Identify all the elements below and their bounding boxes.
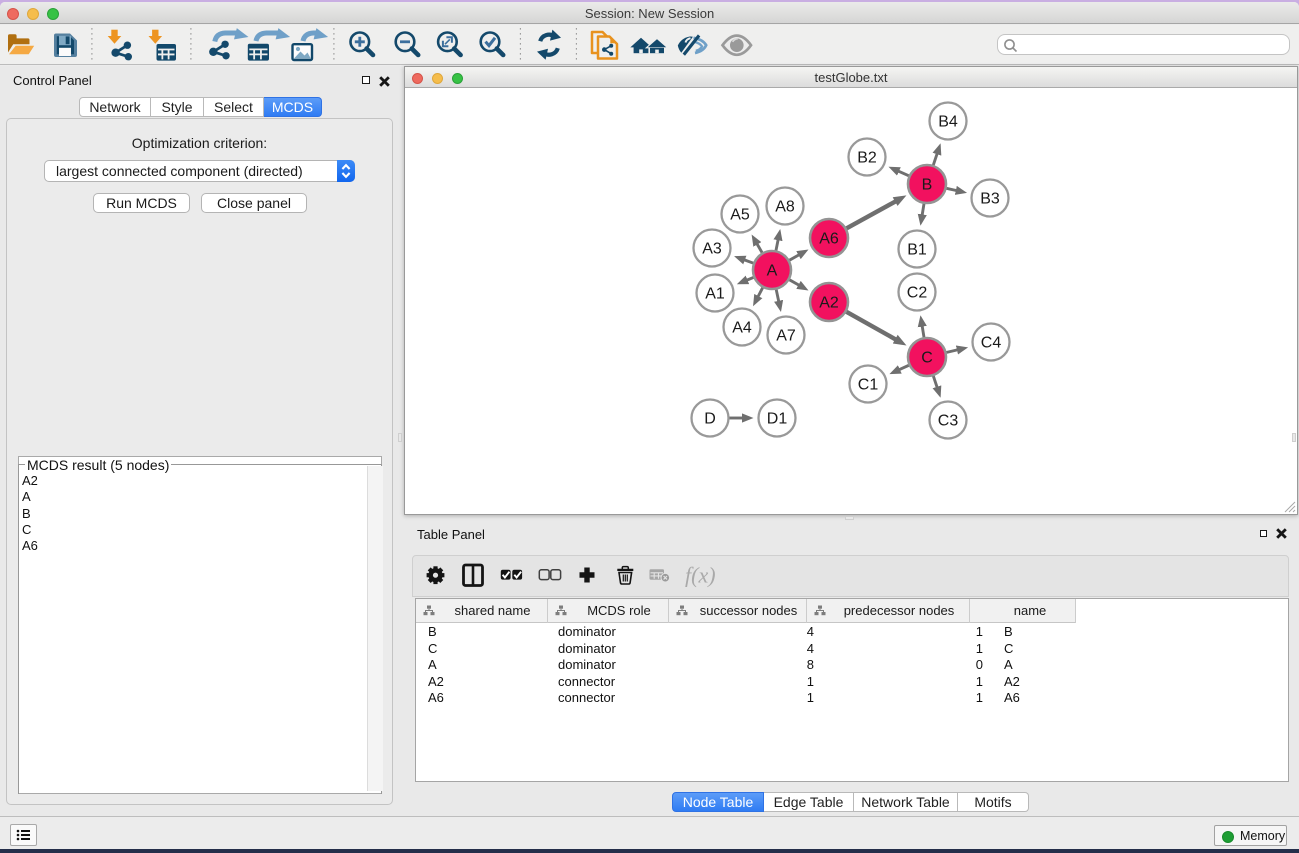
svg-text:C2: C2 xyxy=(907,285,928,302)
svg-text:C4: C4 xyxy=(981,335,1002,352)
svg-text:B: B xyxy=(922,177,933,194)
svg-text:C1: C1 xyxy=(858,377,879,394)
svg-text:A4: A4 xyxy=(732,320,752,337)
svg-text:A5: A5 xyxy=(730,207,750,224)
svg-text:C3: C3 xyxy=(938,413,959,430)
svg-text:A1: A1 xyxy=(705,286,725,303)
svg-text:D: D xyxy=(704,411,716,428)
svg-text:A6: A6 xyxy=(819,231,839,248)
svg-text:C: C xyxy=(921,350,933,367)
svg-text:A2: A2 xyxy=(819,295,839,312)
svg-text:A: A xyxy=(767,263,778,280)
svg-text:D1: D1 xyxy=(767,411,788,428)
svg-text:B2: B2 xyxy=(857,150,877,167)
svg-text:B1: B1 xyxy=(907,242,927,259)
svg-text:B3: B3 xyxy=(980,191,1000,208)
svg-text:A7: A7 xyxy=(776,328,796,345)
svg-text:f(x): f(x) xyxy=(685,563,716,588)
svg-text:A3: A3 xyxy=(702,241,722,258)
svg-text:A8: A8 xyxy=(775,199,795,216)
svg-text:B4: B4 xyxy=(938,114,958,131)
